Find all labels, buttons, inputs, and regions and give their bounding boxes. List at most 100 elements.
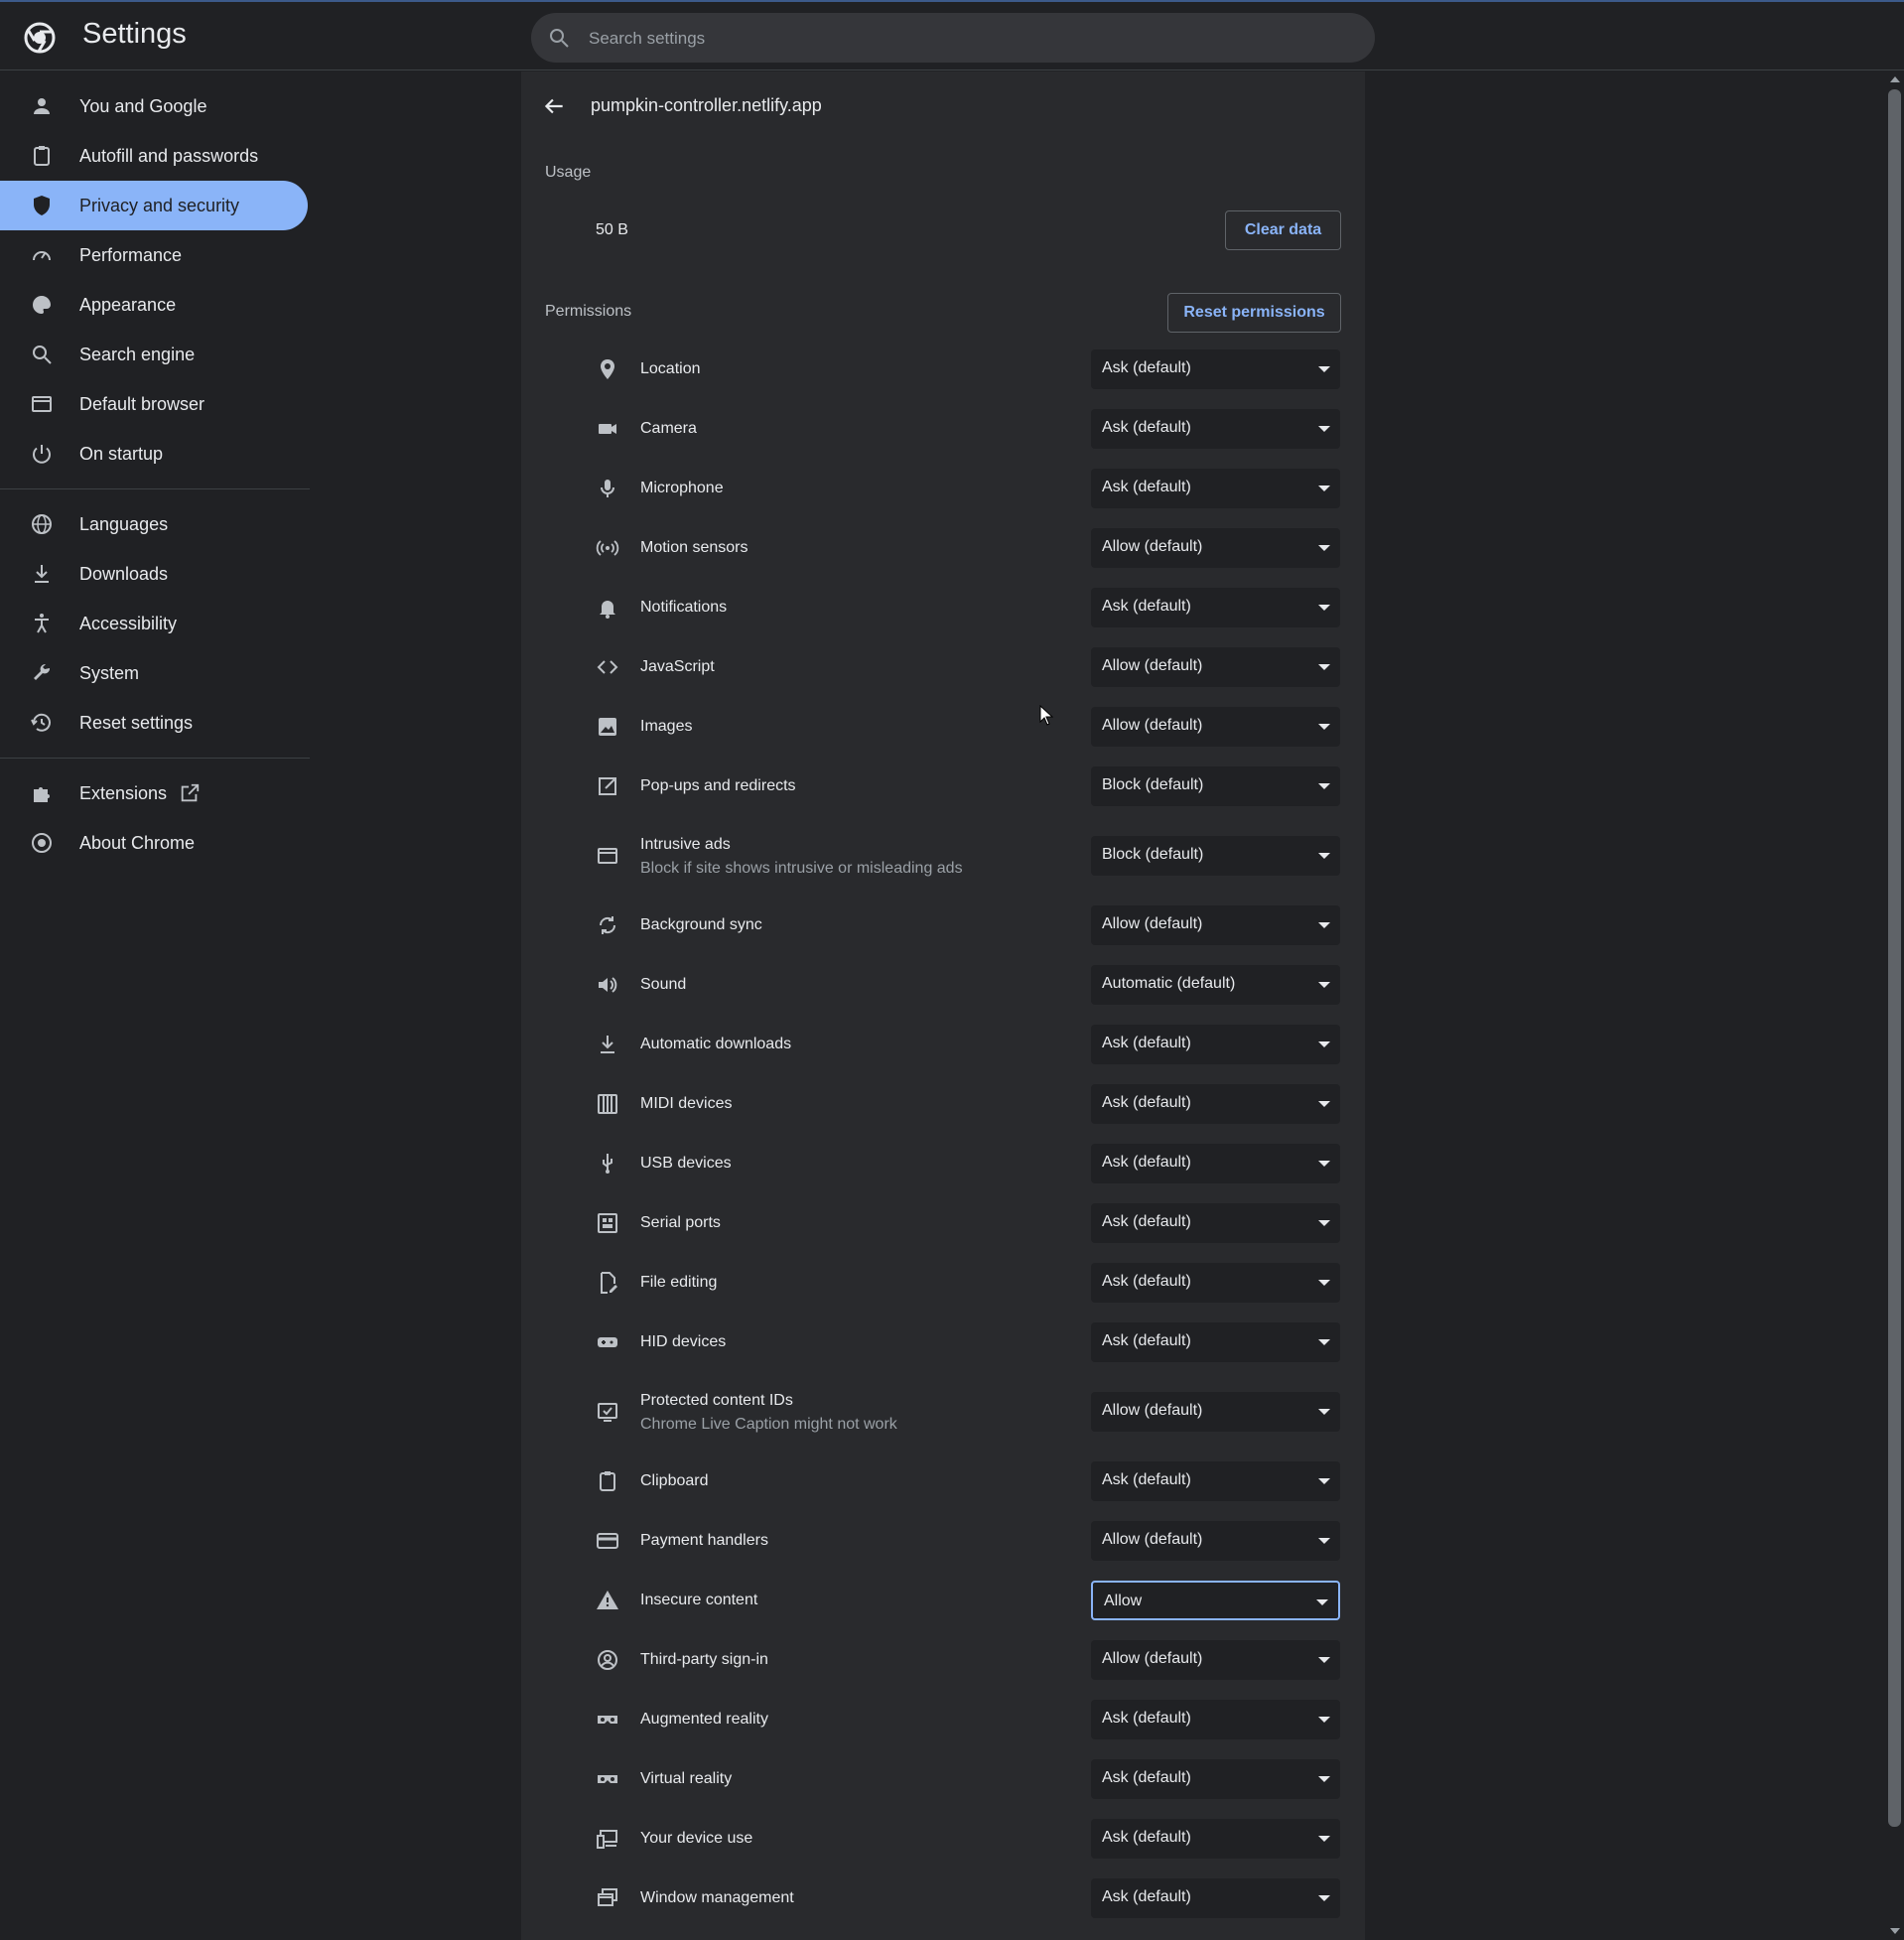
permission-label: Serial ports: [640, 1214, 721, 1231]
reset-permissions-button[interactable]: Reset permissions: [1167, 293, 1341, 333]
code-icon: [597, 660, 618, 674]
globe-icon: [32, 514, 52, 534]
permission-select[interactable]: Block (default): [1091, 766, 1340, 806]
permission-select[interactable]: Allow (default): [1091, 707, 1340, 747]
permission-select[interactable]: Ask (default): [1091, 1878, 1340, 1918]
scroll-down-arrow-icon[interactable]: [1890, 1928, 1900, 1934]
sidebar-item-privacy-and-security[interactable]: Privacy and security: [0, 181, 308, 230]
chevron-down-icon: [1318, 1717, 1330, 1723]
sidebar-item-extensions[interactable]: Extensions: [0, 768, 310, 818]
permission-row-javascript: JavaScript Allow (default): [521, 637, 1365, 697]
chrome-icon: [32, 833, 52, 853]
top-divider: [0, 69, 1904, 70]
chevron-down-icon: [1316, 1599, 1328, 1605]
permission-select[interactable]: Allow (default): [1091, 647, 1340, 687]
permission-select[interactable]: Allow (default): [1091, 905, 1340, 945]
sidebar-item-accessibility[interactable]: Accessibility: [0, 599, 310, 648]
permission-select[interactable]: Ask (default): [1091, 1461, 1340, 1501]
devices-icon: [597, 1830, 617, 1849]
chevron-down-icon: [1318, 426, 1330, 432]
permission-select-value: Ask (default): [1102, 1471, 1191, 1488]
bell-icon: [600, 601, 615, 619]
permission-select[interactable]: Ask (default): [1091, 1700, 1340, 1739]
sidebar-item-reset-settings[interactable]: Reset settings: [0, 698, 310, 748]
permission-select[interactable]: Allow (default): [1091, 1640, 1340, 1680]
clear-data-button[interactable]: Clear data: [1225, 210, 1341, 250]
search-input[interactable]: [587, 23, 1345, 55]
permission-select[interactable]: Ask (default): [1091, 588, 1340, 627]
vr-headset-icon: [598, 1775, 617, 1783]
chevron-down-icon: [1318, 982, 1330, 988]
permission-select[interactable]: Ask (default): [1091, 1819, 1340, 1859]
scroll-thumb[interactable]: [1888, 89, 1901, 1827]
chevron-down-icon: [1318, 1041, 1330, 1047]
search-box[interactable]: [531, 13, 1375, 63]
permission-label: Camera: [640, 420, 697, 437]
permission-select[interactable]: Allow (default): [1091, 1521, 1340, 1561]
permission-select[interactable]: Ask (default): [1091, 1263, 1340, 1303]
sidebar-item-label: System: [79, 662, 140, 683]
power-icon: [33, 445, 51, 464]
sidebar-item-default-browser[interactable]: Default browser: [0, 379, 310, 429]
chevron-down-icon: [1318, 853, 1330, 859]
permission-select[interactable]: Ask (default): [1091, 469, 1340, 508]
permission-select[interactable]: Ask (default): [1091, 409, 1340, 449]
sidebar-item-label: Search engine: [79, 344, 196, 364]
palette-icon: [32, 296, 51, 314]
chevron-down-icon: [1318, 1776, 1330, 1782]
piano-icon: [598, 1094, 617, 1114]
permission-row-augmented-reality: Augmented reality Ask (default): [521, 1690, 1365, 1749]
sidebar-item-you-and-google[interactable]: You and Google: [0, 81, 310, 131]
location-pin-icon: [601, 359, 614, 379]
history-icon: [31, 713, 51, 732]
permission-label: File editing: [640, 1274, 718, 1291]
permission-select[interactable]: Automatic (default): [1091, 965, 1340, 1005]
permission-select[interactable]: Ask (default): [1091, 1084, 1340, 1124]
permission-select[interactable]: Allow: [1091, 1581, 1340, 1620]
permission-select-value: Ask (default): [1102, 1154, 1191, 1171]
sidebar-item-languages[interactable]: Languages: [0, 499, 310, 549]
permission-label: Notifications: [640, 599, 728, 616]
sidebar-item-autofill-and-passwords[interactable]: Autofill and passwords: [0, 131, 310, 181]
permission-row-camera: Camera Ask (default): [521, 399, 1365, 459]
usage-heading: Usage: [545, 164, 592, 181]
mouse-cursor-icon: [1039, 705, 1053, 726]
scrollbar[interactable]: [1885, 71, 1904, 1940]
permission-select-value: Allow (default): [1102, 915, 1203, 932]
permission-select[interactable]: Allow (default): [1091, 528, 1340, 568]
permission-select[interactable]: Ask (default): [1091, 1025, 1340, 1064]
permission-label: Augmented reality: [640, 1711, 768, 1728]
chevron-down-icon: [1318, 724, 1330, 730]
sidebar-item-appearance[interactable]: Appearance: [0, 280, 310, 330]
sidebar-item-performance[interactable]: Performance: [0, 230, 310, 280]
sidebar-item-label: Appearance: [79, 294, 177, 315]
permission-select[interactable]: Block (default): [1091, 836, 1340, 876]
permission-select-value: Allow (default): [1102, 1531, 1203, 1548]
sidebar-item-downloads[interactable]: Downloads: [0, 549, 310, 599]
permission-select-value: Ask (default): [1102, 1332, 1191, 1349]
download-icon: [35, 565, 49, 583]
download-icon: [601, 1036, 614, 1053]
permission-select[interactable]: Ask (default): [1091, 349, 1340, 389]
permission-select[interactable]: Allow (default): [1091, 1392, 1340, 1432]
chevron-down-icon: [1318, 366, 1330, 372]
chevron-down-icon: [1318, 545, 1330, 551]
scroll-up-arrow-icon[interactable]: [1890, 76, 1900, 82]
ad-frame-icon: [598, 848, 617, 864]
permission-label: Background sync: [640, 916, 762, 933]
permission-select[interactable]: Ask (default): [1091, 1759, 1340, 1799]
sidebar-item-about-chrome[interactable]: About Chrome: [0, 818, 310, 868]
sidebar-item-search-engine[interactable]: Search engine: [0, 330, 310, 379]
permission-select[interactable]: Ask (default): [1091, 1322, 1340, 1362]
sidebar-item-on-startup[interactable]: On startup: [0, 429, 310, 479]
sidebar-item-system[interactable]: System: [0, 648, 310, 698]
image-icon: [599, 718, 616, 736]
permission-select-value: Allow (default): [1102, 1650, 1203, 1667]
sidebar-item-label: Performance: [79, 244, 183, 265]
permission-select[interactable]: Ask (default): [1091, 1144, 1340, 1183]
back-arrow-icon[interactable]: [541, 93, 567, 119]
chevron-down-icon: [1318, 485, 1330, 491]
wrench-icon: [34, 663, 51, 680]
chevron-down-icon: [1318, 1657, 1330, 1663]
permission-select[interactable]: Ask (default): [1091, 1203, 1340, 1243]
